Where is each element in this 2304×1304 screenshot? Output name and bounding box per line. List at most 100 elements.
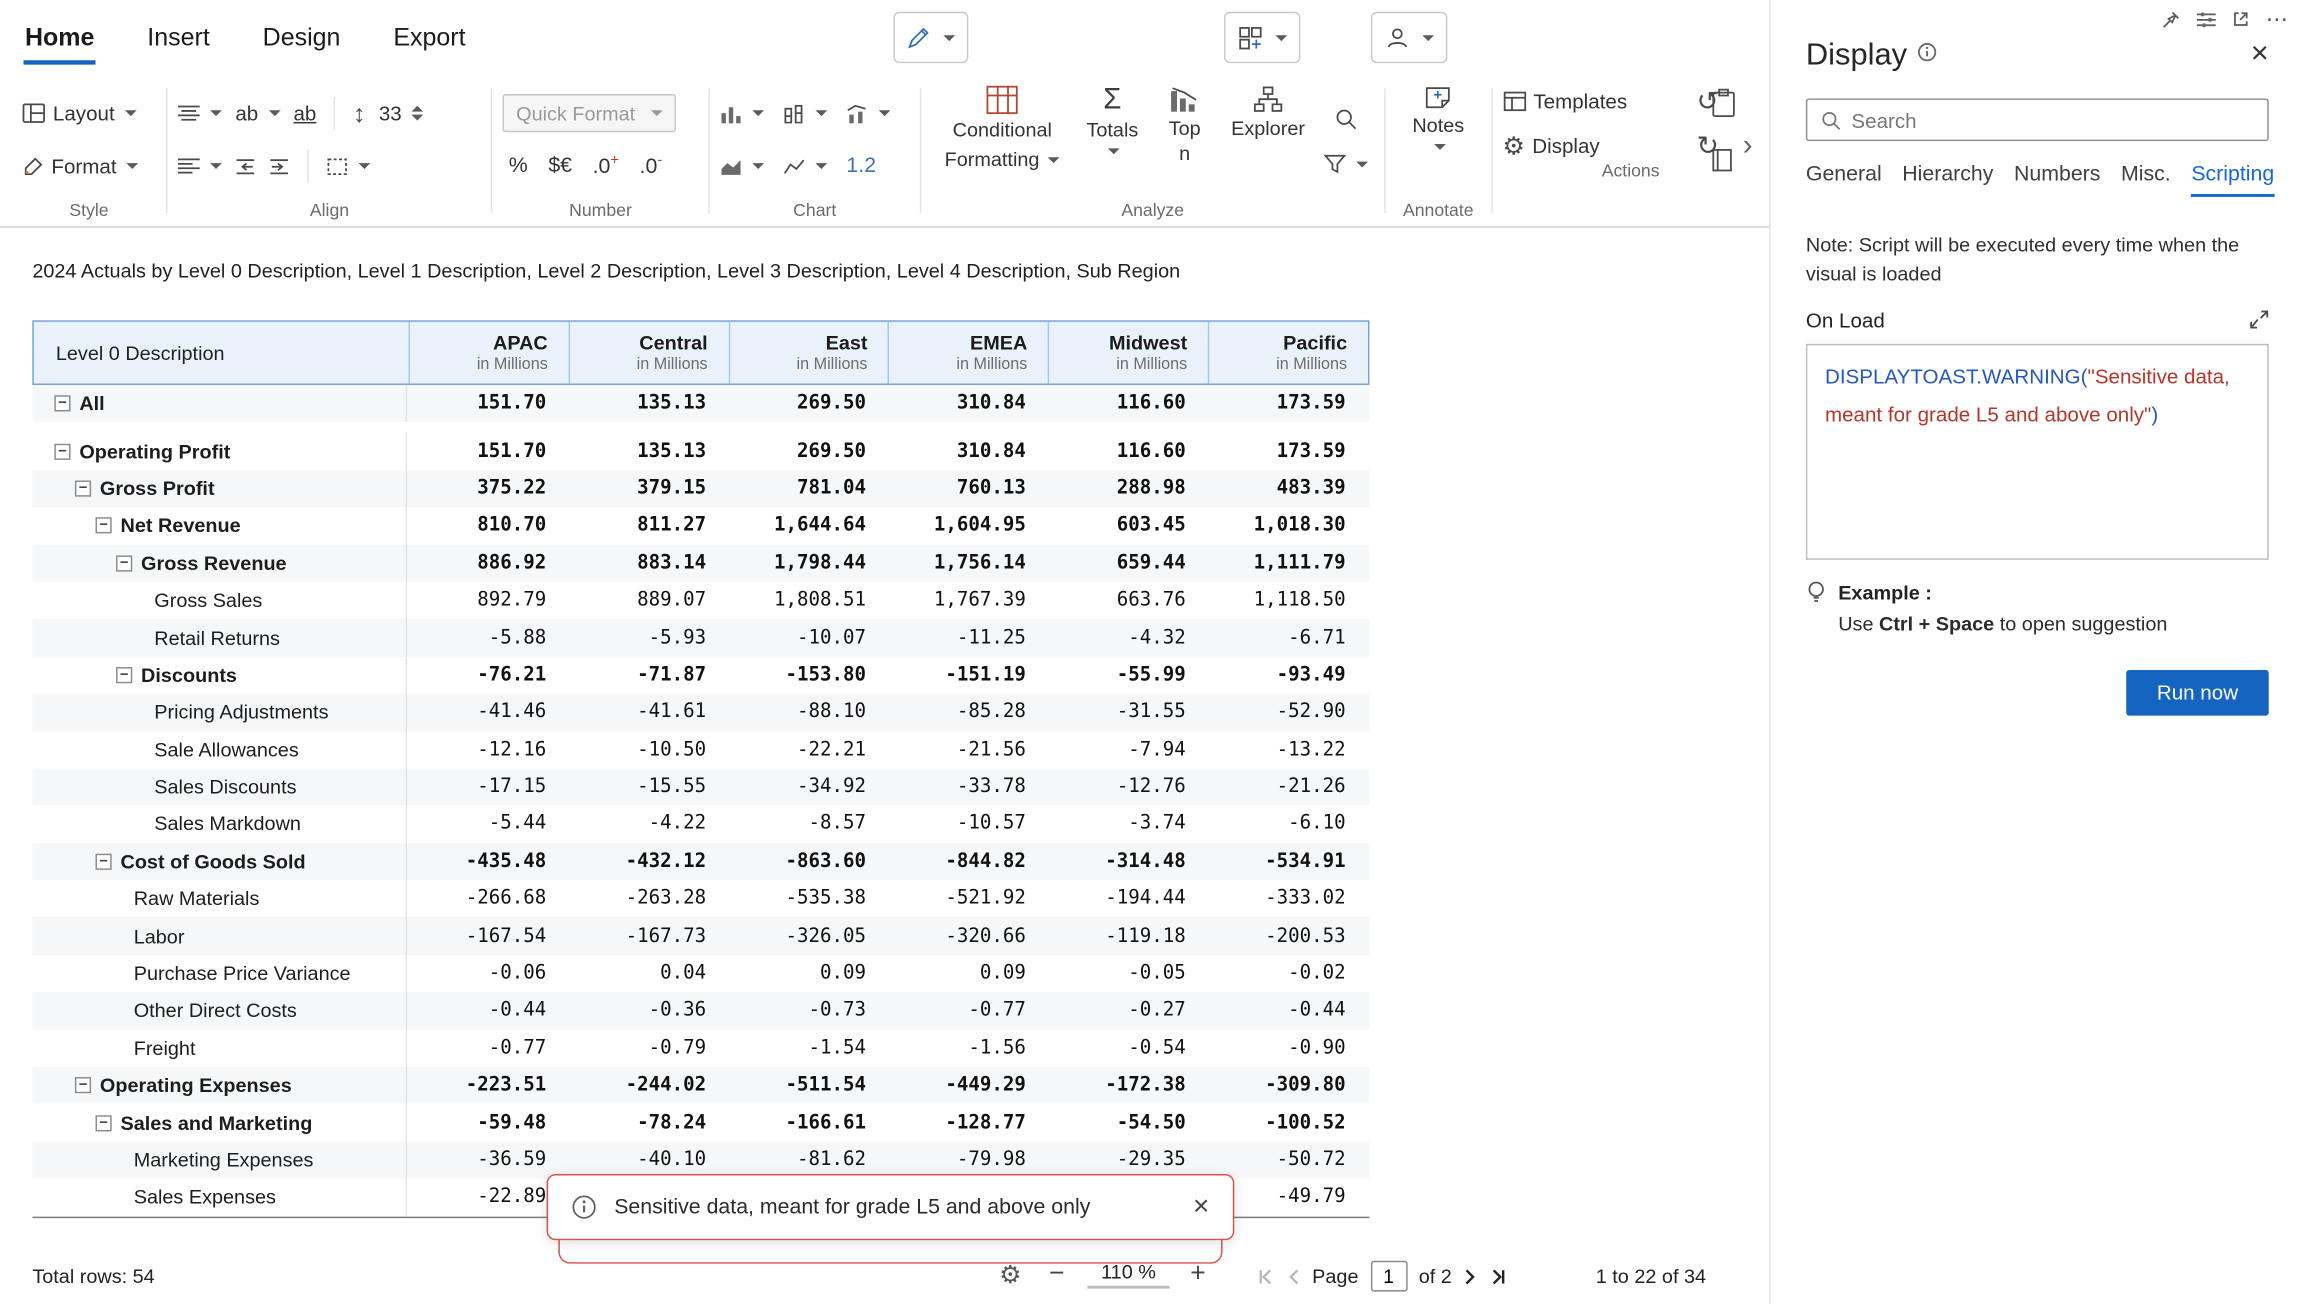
search-box[interactable] [1806,98,2269,141]
ribbon-expand-chevron[interactable]: › [1743,129,1753,163]
more-options-icon[interactable]: ⋯ [2266,6,2290,32]
add-visual-button[interactable] [1224,12,1300,63]
layout-dropdown[interactable]: Layout [22,93,156,134]
column-header-midwest[interactable]: Midwestin Millions [1048,322,1208,384]
table-row-freight[interactable]: Freight-0.77-0.79-1.54-1.56-0.54-0.90 [32,1030,1369,1067]
close-panel-icon[interactable]: × [2251,38,2269,69]
collapse-icon[interactable]: − [96,1115,112,1131]
table-row-purchase-price-variance[interactable]: Purchase Price Variance-0.060.040.090.09… [32,955,1369,992]
table-row-all[interactable]: −All151.70135.13269.50310.84116.60173.59 [32,385,1369,422]
explorer-button[interactable]: Explorer [1218,76,1318,198]
table-row-gross-revenue[interactable]: −Gross Revenue886.92883.141,798.441,756.… [32,544,1369,581]
table-row-retail-returns[interactable]: Retail Returns-5.88-5.93-10.07-11.25-4.3… [32,619,1369,656]
collapse-icon[interactable]: − [54,396,70,412]
line-chart-dropdown[interactable] [783,156,827,175]
tab-export[interactable]: Export [392,19,467,57]
code-editor[interactable]: DISPLAYTOAST.WARNING("Sensitive data, me… [1806,343,2269,559]
last-page-icon[interactable] [1489,1267,1507,1285]
toast-close-icon[interactable]: × [1193,1193,1209,1221]
book-icon[interactable] [1710,147,1736,173]
border-dropdown[interactable] [326,156,370,175]
text-align-dropdown[interactable] [178,104,222,122]
tab-insert[interactable]: Insert [146,19,211,57]
zoom-settings-gear-icon[interactable]: ⚙ [999,1261,1021,1290]
table-row-sale-allowances[interactable]: Sale Allowances-12.16-10.50-22.21-21.56-… [32,731,1369,768]
text-wrap-button[interactable]: ab [293,101,316,125]
notes-button[interactable]: Notes [1399,76,1477,198]
previous-page-icon[interactable] [1287,1267,1300,1285]
edit-mode-button[interactable] [893,12,968,63]
panel-tab-hierarchy[interactable]: Hierarchy [1902,163,1993,197]
collapse-icon[interactable]: − [75,1077,91,1093]
stepper-arrows-icon[interactable] [412,106,424,121]
collapse-icon[interactable]: − [75,480,91,496]
area-chart-dropdown[interactable] [720,156,764,175]
column-header-emea[interactable]: EMEAin Millions [888,322,1048,384]
filter-dropdown[interactable] [1324,155,1368,174]
table-row-sales-markdown[interactable]: Sales Markdown-5.44-4.22-8.57-10.57-3.74… [32,806,1369,843]
totals-button[interactable]: Σ Totals [1073,76,1151,198]
currency-format-button[interactable]: $€ [548,154,572,178]
quick-format-select[interactable]: Quick Format [503,94,676,132]
format-dropdown[interactable]: Format [22,145,156,186]
panel-tab-numbers[interactable]: Numbers [2014,163,2100,197]
decrease-decimal-button[interactable]: .0- [640,153,663,179]
page-input[interactable] [1370,1261,1407,1292]
table-row-net-revenue[interactable]: −Net Revenue810.70811.271,644.641,604.95… [32,507,1369,544]
stacked-chart-dropdown[interactable] [783,104,827,123]
table-row-sales-and-marketing[interactable]: −Sales and Marketing-59.48-78.24-166.61-… [32,1104,1369,1141]
next-page-icon[interactable] [1464,1267,1477,1285]
top-n-button[interactable]: Top n [1152,76,1218,198]
column-header-pacific[interactable]: Pacificin Millions [1208,322,1368,384]
display-button[interactable]: ⚙Display [1503,133,1668,158]
column-header-central[interactable]: Centralin Millions [568,322,728,384]
run-now-button[interactable]: Run now [2126,669,2269,715]
table-row-cost-of-goods-sold[interactable]: −Cost of Goods Sold-435.48-432.12-863.60… [32,843,1369,880]
tab-home[interactable]: Home [24,19,96,57]
tab-design[interactable]: Design [261,19,342,57]
panel-tab-scripting[interactable]: Scripting [2191,163,2274,197]
percent-format-button[interactable]: % [509,154,528,178]
number-format-1-2-button[interactable]: 1.2 [846,154,876,178]
filter-list-icon[interactable] [2197,11,2216,27]
row-header-cell[interactable]: Level 0 Description [34,322,409,384]
combo-chart-dropdown[interactable] [846,104,890,123]
collapse-icon[interactable]: − [54,443,70,459]
conditional-formatting-button[interactable]: Conditional Formatting [931,76,1073,198]
panel-tab-misc[interactable]: Misc. [2121,163,2171,197]
table-row-pricing-adjustments[interactable]: Pricing Adjustments-41.46-41.61-88.10-85… [32,694,1369,731]
horizontal-align-dropdown[interactable] [178,157,222,175]
search-icon[interactable] [1334,107,1358,131]
font-size-stepper[interactable]: 33 [379,101,424,125]
table-row-operating-expenses[interactable]: −Operating Expenses-223.51-244.02-511.54… [32,1067,1369,1104]
templates-button[interactable]: Templates [1503,90,1668,114]
table-row-sales-discounts[interactable]: Sales Discounts-17.15-15.55-34.92-33.78-… [32,768,1369,805]
table-row-discounts[interactable]: −Discounts-76.21-71.87-153.80-151.19-55.… [32,656,1369,693]
collapse-icon[interactable]: − [96,854,112,870]
expand-editor-icon[interactable] [2250,310,2269,329]
pin-icon[interactable] [2161,10,2180,29]
indent-increase-button[interactable] [269,158,290,174]
table-row-gross-profit[interactable]: −Gross Profit375.22379.15781.04760.13288… [32,470,1369,507]
collapse-icon[interactable]: − [116,555,132,571]
zoom-level[interactable]: 110 % [1087,1261,1169,1289]
table-row-raw-materials[interactable]: Raw Materials-266.68-263.28-535.38-521.9… [32,880,1369,917]
clipboard-icon[interactable] [1710,88,1736,117]
account-button[interactable] [1371,12,1447,63]
table-row-gross-sales[interactable]: Gross Sales892.79889.071,808.511,767.396… [32,582,1369,619]
search-input[interactable] [1851,108,2254,132]
bar-chart-dropdown[interactable] [720,104,764,123]
column-header-east[interactable]: Eastin Millions [728,322,888,384]
text-case-dropdown[interactable]: ab [235,101,280,125]
table-row-operating-profit[interactable]: −Operating Profit151.70135.13269.50310.8… [32,433,1369,470]
popout-icon[interactable] [2232,10,2250,28]
indent-decrease-button[interactable] [235,158,256,174]
collapse-icon[interactable]: − [96,518,112,534]
table-row-labor[interactable]: Labor-167.54-167.73-326.05-320.66-119.18… [32,918,1369,955]
first-page-icon[interactable] [1258,1267,1276,1285]
collapse-icon[interactable]: − [116,667,132,683]
panel-tab-general[interactable]: General [1806,163,1882,197]
increase-decimal-button[interactable]: .0+ [593,153,619,179]
column-header-apac[interactable]: APACin Millions [408,322,568,384]
table-row-other-direct-costs[interactable]: Other Direct Costs-0.44-0.36-0.73-0.77-0… [32,992,1369,1029]
